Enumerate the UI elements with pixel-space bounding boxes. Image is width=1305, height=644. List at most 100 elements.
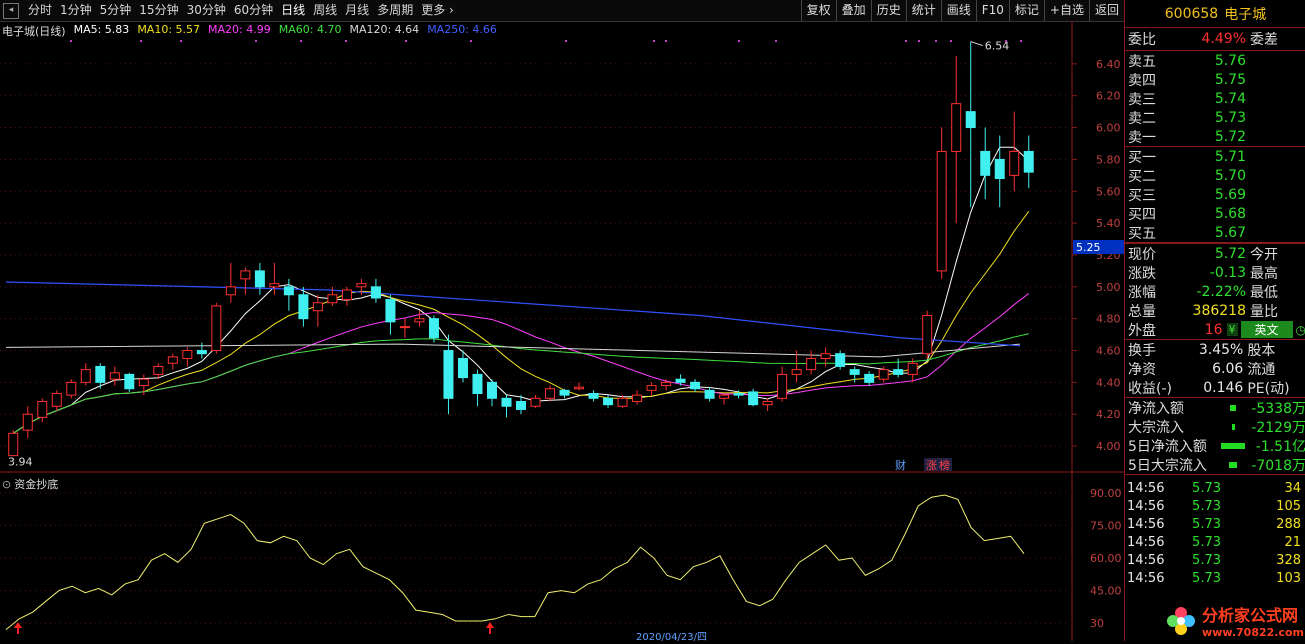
collapse-icon[interactable]: ◂ xyxy=(3,2,19,19)
candle-body xyxy=(907,362,918,375)
period-tab[interactable]: 周线 xyxy=(309,0,341,21)
candle-body xyxy=(704,389,715,399)
signal-dot xyxy=(950,40,952,42)
english-button[interactable]: 英文 xyxy=(1240,321,1293,338)
flow-label: 净流入额 xyxy=(1128,400,1184,417)
period-tab[interactable]: 月线 xyxy=(341,0,373,21)
ma-label: MA60: 4.70 xyxy=(278,23,342,36)
tick-volume: 288 xyxy=(1276,516,1301,532)
period-tab[interactable]: 5分钟 xyxy=(96,0,136,21)
candle-body xyxy=(269,283,280,288)
sell-row[interactable]: 卖一 5.72 xyxy=(1125,127,1305,146)
period-tab[interactable]: 日线 xyxy=(277,0,309,21)
chevron-down-icon[interactable]: ¥ xyxy=(1226,323,1238,336)
candle-body xyxy=(124,373,135,390)
finance-marker[interactable]: 财 xyxy=(895,458,906,472)
chart-title: 电子城(日线) xyxy=(2,25,66,38)
stat-label: 外盘 xyxy=(1128,322,1156,339)
toolbar-button[interactable]: 标记 xyxy=(1008,0,1044,21)
toolbar-button[interactable]: +自选 xyxy=(1043,0,1089,21)
candle-body xyxy=(516,400,526,410)
signal-dot xyxy=(738,40,740,42)
sell-row[interactable]: 卖三 5.74 xyxy=(1125,89,1305,108)
stat-row: 外盘 16 ¥ 英文 ◷ xyxy=(1125,320,1305,339)
toolbar-button[interactable]: 统计 xyxy=(905,0,941,21)
period-tab[interactable]: 分时 xyxy=(24,0,56,21)
candle-body xyxy=(791,369,802,375)
sell-row[interactable]: 卖四 5.75 xyxy=(1125,70,1305,89)
price-tick-label: 6.20 xyxy=(1096,90,1121,103)
candle-body xyxy=(936,150,947,272)
sub-legend: ⊙ 资金抄底 xyxy=(2,476,58,492)
sell-price: 5.76 xyxy=(1214,52,1246,69)
sell-label: 卖四 xyxy=(1128,72,1156,89)
signal-dot xyxy=(300,40,302,42)
kline-chart[interactable]: 6.406.206.005.805.605.405.205.004.804.60… xyxy=(0,22,1124,643)
flow-row: 5日净流入额 -1.51亿 xyxy=(1125,436,1305,455)
webi-value: 4.49% xyxy=(1201,31,1246,47)
period-tab[interactable]: 30分钟 xyxy=(183,0,230,21)
tick-time: 14:56 xyxy=(1127,534,1165,550)
signal-dot xyxy=(140,40,142,42)
buy-row[interactable]: 买三 5.69 xyxy=(1125,185,1305,204)
candle-body xyxy=(298,294,309,320)
candle-body xyxy=(530,397,541,407)
toolbar-button[interactable]: 历史 xyxy=(870,0,906,21)
buy-label: 买四 xyxy=(1128,206,1156,223)
price-tick-label: 5.80 xyxy=(1096,153,1121,166)
sell-label: 卖三 xyxy=(1128,91,1156,108)
chart-area[interactable]: 6.40 6.20 6.00 5.80 5.60 5.40 5.20 5.00 4.80 4.60… xyxy=(0,22,1124,643)
stat-row: 涨跌 -0.13 最高 xyxy=(1125,263,1305,282)
buy-row[interactable]: 买四 5.68 xyxy=(1125,204,1305,223)
signal-dot xyxy=(1020,40,1022,42)
sub-tick-label: 45.00 xyxy=(1090,585,1122,598)
period-tab[interactable]: 1分钟 xyxy=(56,0,96,21)
tick-time: 14:56 xyxy=(1127,498,1165,514)
candle-body xyxy=(719,394,730,399)
weicha-label: 委差 xyxy=(1250,32,1278,48)
candle-body xyxy=(820,353,831,359)
sell-price: 5.75 xyxy=(1214,71,1246,88)
clock-icon[interactable]: ◷ xyxy=(1296,323,1305,337)
ma5-line xyxy=(12,146,1030,434)
watermark: 分析家公式网 www.70822.com xyxy=(1164,602,1304,639)
buy-row[interactable]: 买一 5.71 xyxy=(1125,147,1305,166)
toolbar-button[interactable]: F10 xyxy=(975,0,1009,21)
sell-row[interactable]: 卖五 5.76 xyxy=(1125,51,1305,70)
rise-marker[interactable]: 涨 xyxy=(926,459,937,472)
flow-bar xyxy=(1216,461,1250,468)
period-tab[interactable]: 多周期 xyxy=(373,0,417,21)
candle-body xyxy=(980,150,991,176)
tick-price: 5.73 xyxy=(1192,552,1221,568)
flow-bar-fill xyxy=(1221,442,1245,449)
candle-body xyxy=(80,369,91,383)
stats-block: 现价 5.72 今开 涨跌 -0.13 最高 涨幅 -2.22% 最低 总量 386218 量比 外盘 1… xyxy=(1125,243,1305,339)
flow-row: 净流入额 -5338万 xyxy=(1125,398,1305,417)
high-pointer xyxy=(970,41,983,47)
tick-time: 14:56 xyxy=(1127,480,1165,496)
price-tick-label: 5.60 xyxy=(1096,185,1121,198)
tick-price: 5.73 xyxy=(1192,570,1221,586)
toolbar-button[interactable]: 画线 xyxy=(940,0,976,21)
toolbar-button[interactable]: 返回 xyxy=(1088,0,1124,21)
stat-label-2: 量比 xyxy=(1250,303,1278,320)
candle-body xyxy=(864,373,875,383)
rank-marker[interactable]: 榜 xyxy=(939,458,950,472)
candle-body xyxy=(994,158,1005,180)
candle-body xyxy=(632,394,643,402)
ma250-line xyxy=(5,281,1021,347)
signal-dot xyxy=(345,40,347,42)
period-tab[interactable]: 15分钟 xyxy=(135,0,182,21)
collapse-sub-icon[interactable]: ⊙ xyxy=(2,478,11,491)
period-tab[interactable]: 更多 › xyxy=(417,0,458,21)
candle-body xyxy=(951,103,962,152)
period-tab[interactable]: 60分钟 xyxy=(230,0,277,21)
buy-row[interactable]: 买五 5.67 xyxy=(1125,223,1305,242)
sell-row[interactable]: 卖二 5.73 xyxy=(1125,108,1305,127)
watermark-url: www.70822.com xyxy=(1202,626,1304,639)
buy-row[interactable]: 买二 5.70 xyxy=(1125,166,1305,185)
stat-label: 收益(-) xyxy=(1128,380,1172,397)
toolbar-button[interactable]: 复权 xyxy=(800,0,836,21)
toolbar-button[interactable]: 叠加 xyxy=(835,0,871,21)
candle-body xyxy=(414,318,425,323)
